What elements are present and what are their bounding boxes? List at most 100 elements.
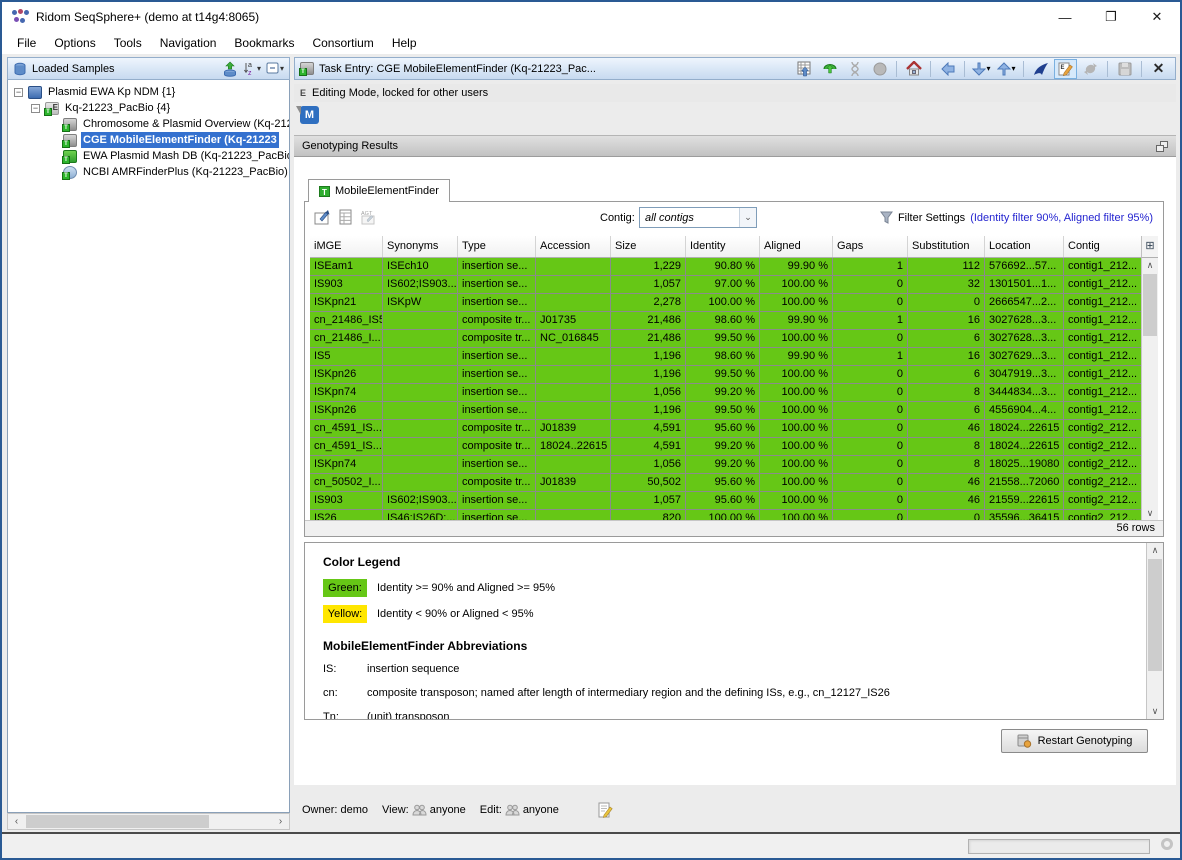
- table-cell[interactable]: 99.50 %: [686, 402, 760, 420]
- scroll-left-icon[interactable]: ‹: [8, 814, 25, 829]
- table-cell[interactable]: 100.00 %: [760, 438, 833, 456]
- export-chart-icon[interactable]: [313, 209, 331, 225]
- scroll-thumb[interactable]: [1143, 274, 1157, 336]
- column-header-substitution[interactable]: Substitution: [908, 236, 985, 257]
- table-cell[interactable]: contig1_212...: [1064, 312, 1141, 330]
- table-cell[interactable]: 16: [908, 312, 985, 330]
- table-cell[interactable]: ISKpW: [383, 294, 458, 312]
- sort-icon[interactable]: az ▾: [243, 61, 261, 76]
- table-cell[interactable]: insertion se...: [458, 456, 536, 474]
- table-cell[interactable]: contig2_212...: [1064, 456, 1141, 474]
- table-cell[interactable]: 576692...57...: [985, 258, 1064, 276]
- tree-item[interactable]: TChromosome & Plasmid Overview (Kq-2122: [8, 116, 289, 132]
- filter-settings-detail[interactable]: (Identity filter 90%, Aligned filter 95%…: [970, 212, 1153, 224]
- copy-table-icon[interactable]: [339, 209, 352, 225]
- table-cell[interactable]: insertion se...: [458, 294, 536, 312]
- table-cell[interactable]: 1,056: [611, 456, 686, 474]
- table-row[interactable]: cn_50502_I...composite tr...J0183950,502…: [310, 474, 1141, 492]
- table-cell[interactable]: [383, 438, 458, 456]
- table-cell[interactable]: ISKpn74: [310, 456, 383, 474]
- table-row[interactable]: IS903IS602;IS903...insertion se...1,0579…: [310, 492, 1141, 510]
- table-cell[interactable]: contig1_212...: [1064, 276, 1141, 294]
- table-cell[interactable]: ISKpn21: [310, 294, 383, 312]
- table-cell[interactable]: 100.00 %: [760, 474, 833, 492]
- table-cell[interactable]: [536, 276, 611, 294]
- table-cell[interactable]: 1,229: [611, 258, 686, 276]
- table-cell[interactable]: composite tr...: [458, 330, 536, 348]
- table-cell[interactable]: 21559...22615: [985, 492, 1064, 510]
- table-row[interactable]: IS5insertion se...1,19698.60 %99.90 %116…: [310, 348, 1141, 366]
- table-cell[interactable]: 18024..22615: [536, 438, 611, 456]
- tab-mobileelementfinder[interactable]: T MobileElementFinder: [308, 179, 450, 202]
- tree-horizontal-scrollbar[interactable]: ‹ ›: [7, 813, 290, 830]
- menu-bookmarks[interactable]: Bookmarks: [225, 32, 303, 53]
- table-cell[interactable]: 2,278: [611, 294, 686, 312]
- scroll-thumb[interactable]: [26, 815, 209, 828]
- table-cell[interactable]: 97.00 %: [686, 276, 760, 294]
- table-cell[interactable]: IS903: [310, 276, 383, 294]
- table-cell[interactable]: 3027628...3...: [985, 330, 1064, 348]
- menu-tools[interactable]: Tools: [105, 32, 151, 53]
- table-cell[interactable]: J01839: [536, 420, 611, 438]
- table-cell[interactable]: 100.00 %: [760, 366, 833, 384]
- table-cell[interactable]: insertion se...: [458, 258, 536, 276]
- edit-permissions-icon[interactable]: [597, 802, 613, 818]
- menu-options[interactable]: Options: [45, 32, 104, 53]
- table-cell[interactable]: contig2_212...: [1064, 420, 1141, 438]
- maximize-button[interactable]: ❐: [1088, 2, 1134, 32]
- table-cell[interactable]: 0: [833, 294, 908, 312]
- table-cell[interactable]: 21558...72060: [985, 474, 1064, 492]
- table-cell[interactable]: 100.00 %: [760, 402, 833, 420]
- column-header-location[interactable]: Location: [985, 236, 1064, 257]
- table-row[interactable]: ISKpn21ISKpWinsertion se... 2,278100.00 %…: [310, 294, 1141, 312]
- scroll-thumb[interactable]: [1148, 559, 1162, 671]
- table-cell[interactable]: [383, 384, 458, 402]
- table-cell[interactable]: contig1_212...: [1064, 402, 1141, 420]
- table-cell[interactable]: 8: [908, 456, 985, 474]
- table-cell[interactable]: [383, 456, 458, 474]
- table-cell[interactable]: contig1_212...: [1064, 294, 1141, 312]
- menu-navigation[interactable]: Navigation: [151, 32, 226, 53]
- table-cell[interactable]: 50,502: [611, 474, 686, 492]
- table-cell[interactable]: cn_50502_I...: [310, 474, 383, 492]
- filter-settings-link[interactable]: Filter Settings: [898, 212, 965, 224]
- table-row[interactable]: ISKpn26insertion se...1,19699.50 %100.00…: [310, 366, 1141, 384]
- table-cell[interactable]: 3027629...3...: [985, 348, 1064, 366]
- table-cell[interactable]: ISEch10: [383, 258, 458, 276]
- contig-dropdown[interactable]: all contigs ⌄: [639, 207, 757, 228]
- table-cell[interactable]: 0: [833, 456, 908, 474]
- table-cell[interactable]: 1,057: [611, 276, 686, 294]
- table-row[interactable]: ISKpn26insertion se...1,19699.50 %100.00…: [310, 402, 1141, 420]
- table-cell[interactable]: 98.60 %: [686, 348, 760, 366]
- table-cell[interactable]: 0: [833, 438, 908, 456]
- table-row[interactable]: ISKpn74insertion se...1,05699.20 %100.00…: [310, 456, 1141, 474]
- table-cell[interactable]: ISKpn26: [310, 402, 383, 420]
- table-cell[interactable]: 1: [833, 348, 908, 366]
- table-cell[interactable]: contig2_212...: [1064, 474, 1141, 492]
- table-cell[interactable]: 1,196: [611, 348, 686, 366]
- column-header-aligned[interactable]: Aligned: [760, 236, 833, 257]
- table-cell[interactable]: 46: [908, 492, 985, 510]
- table-cell[interactable]: 0: [833, 474, 908, 492]
- table-cell[interactable]: contig1_212...: [1064, 366, 1141, 384]
- table-cell[interactable]: ISKpn26: [310, 366, 383, 384]
- tree-expander-icon[interactable]: −: [31, 104, 40, 113]
- table-cell[interactable]: insertion se...: [458, 366, 536, 384]
- tree-item[interactable]: −Plasmid EWA Kp NDM {1}: [8, 84, 289, 100]
- table-cell[interactable]: NC_016845: [536, 330, 611, 348]
- table-cell[interactable]: [536, 294, 611, 312]
- table-cell[interactable]: [383, 312, 458, 330]
- table-cell[interactable]: 18024...22615: [985, 420, 1064, 438]
- column-header-synonyms[interactable]: Synonyms: [383, 236, 458, 257]
- table-cell[interactable]: insertion se...: [458, 384, 536, 402]
- table-cell[interactable]: IS602;IS903...: [383, 492, 458, 510]
- table-cell[interactable]: 98.60 %: [686, 312, 760, 330]
- table-cell[interactable]: 1,196: [611, 402, 686, 420]
- submit-arrow-icon[interactable]: [1029, 59, 1052, 79]
- table-cell[interactable]: [383, 420, 458, 438]
- menu-help[interactable]: Help: [383, 32, 426, 53]
- table-cell[interactable]: 100.00 %: [686, 294, 760, 312]
- dropdown-chevron-icon[interactable]: ⌄: [739, 208, 756, 227]
- table-cell[interactable]: 21,486: [611, 330, 686, 348]
- scroll-down-icon[interactable]: ∨: [1147, 704, 1163, 719]
